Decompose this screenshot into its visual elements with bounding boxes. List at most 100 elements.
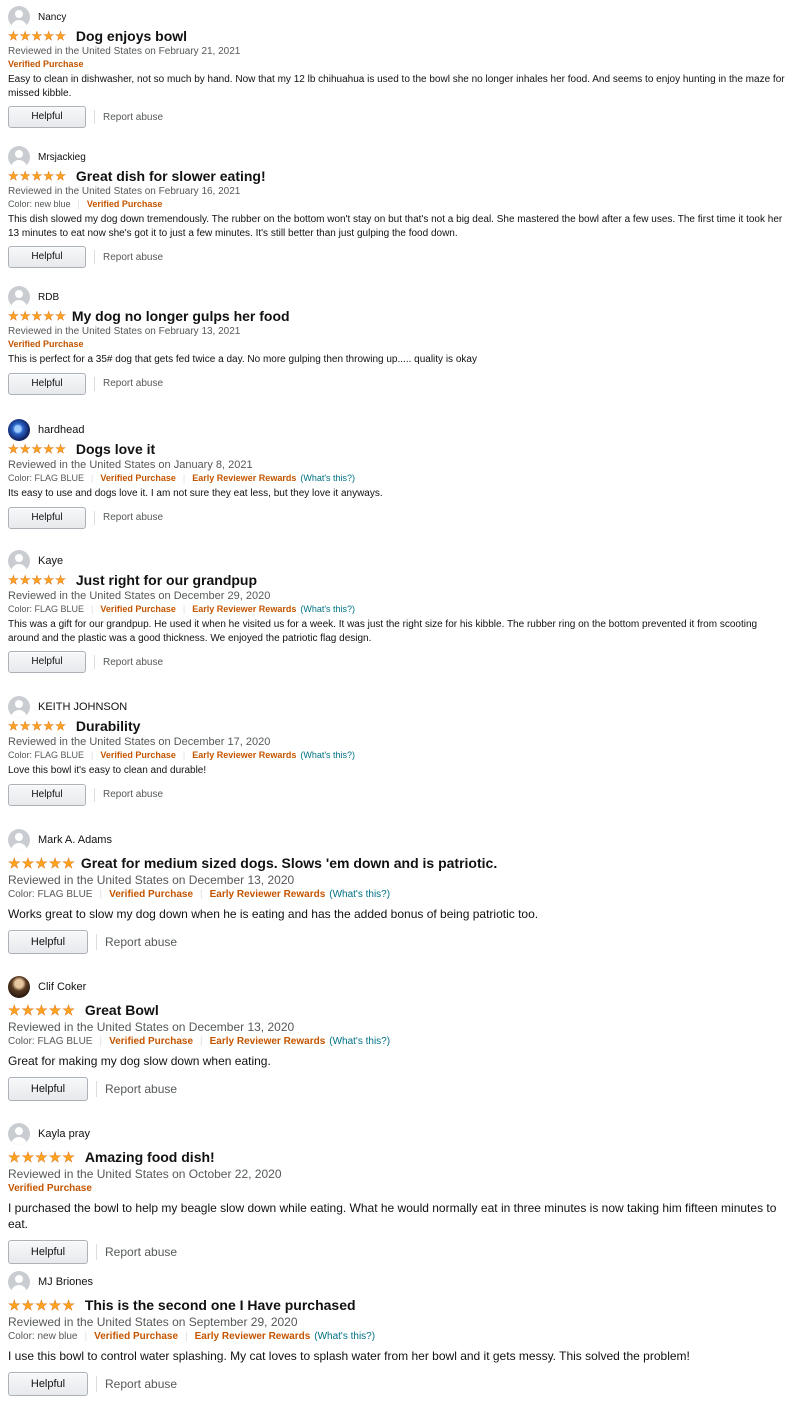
whats-this-link[interactable]: (What's this?) (300, 473, 355, 483)
early-reviewer-badge: Early Reviewer Rewards (192, 750, 297, 760)
review-date: Reviewed in the United States on Februar… (8, 326, 241, 337)
review-date: Reviewed in the United States on Februar… (8, 186, 241, 197)
star-icon: ★ (8, 855, 21, 871)
divider (96, 1244, 97, 1261)
reviewer-profile[interactable]: RDB (8, 286, 790, 308)
star-icon: ★ (19, 309, 31, 323)
helpful-button[interactable]: Helpful (8, 1077, 88, 1102)
reviewer-name: Clif Coker (38, 981, 87, 993)
review-title[interactable]: Amazing food dish! (85, 1149, 215, 1165)
separator: | (91, 750, 94, 760)
helpful-button[interactable]: Helpful (8, 1372, 88, 1397)
star-rating[interactable]: ★ ★ ★ ★ ★ (8, 855, 75, 871)
star-rating[interactable]: ★ ★ ★ ★ ★ (8, 719, 66, 733)
star-icon: ★ (48, 1297, 62, 1313)
star-rating[interactable]: ★ ★ ★ ★ ★ (8, 1297, 75, 1313)
reviewer-profile[interactable]: Clif Coker (8, 976, 790, 998)
star-rating[interactable]: ★ ★ ★ ★ ★ (8, 309, 66, 323)
review-text: I purchased the bowl to help my beagle s… (8, 1201, 777, 1232)
whats-this-link[interactable]: (What's this?) (329, 889, 390, 900)
report-abuse-link[interactable]: Report abuse (103, 657, 163, 668)
star-icon: ★ (31, 309, 43, 323)
star-icon: ★ (48, 855, 62, 871)
helpful-button[interactable]: Helpful (8, 1240, 88, 1265)
reviewer-name: Kaye (38, 555, 64, 567)
helpful-button[interactable]: Helpful (8, 246, 86, 268)
separator: | (84, 1331, 88, 1342)
whats-this-link[interactable]: (What's this?) (300, 750, 355, 760)
helpful-button[interactable]: Helpful (8, 372, 86, 395)
helpful-button[interactable]: Helpful (8, 651, 86, 673)
star-icon: ★ (55, 309, 66, 323)
helpful-button[interactable]: Helpful (8, 106, 86, 128)
review-title[interactable]: This is the second one I Have purchased (85, 1297, 356, 1313)
helpful-button[interactable]: Helpful (8, 506, 86, 529)
report-abuse-link[interactable]: Report abuse (103, 252, 163, 263)
review-title[interactable]: Dog enjoys bowl (76, 28, 187, 44)
divider (94, 110, 95, 124)
report-abuse-link[interactable]: Report abuse (105, 1245, 177, 1259)
review-title[interactable]: Just right for our grandpup (76, 572, 257, 588)
star-icon: ★ (19, 442, 31, 456)
whats-this-link[interactable]: (What's this?) (329, 1036, 390, 1047)
reviewer-name: Mark A. Adams (38, 834, 112, 846)
reviewer-name: Kayla pray (38, 1128, 90, 1140)
review-text: This dish slowed my dog down tremendousl… (8, 214, 783, 239)
reviewer-profile[interactable]: Mark A. Adams (8, 829, 790, 851)
early-reviewer-badge: Early Reviewer Rewards (209, 889, 326, 900)
reviewer-profile[interactable]: Kayla pray (8, 1123, 790, 1145)
report-abuse-link[interactable]: Report abuse (103, 789, 163, 800)
separator: | (182, 750, 186, 760)
reviewer-profile[interactable]: Kaye (8, 550, 790, 572)
whats-this-link[interactable]: (What's this?) (314, 1331, 375, 1342)
review-title[interactable]: Great Bowl (85, 1002, 159, 1018)
star-rating[interactable]: ★ ★ ★ ★ ★ (8, 1149, 75, 1165)
review-title[interactable]: Great for medium sized dogs. Slows 'em d… (81, 855, 497, 871)
report-abuse-link[interactable]: Report abuse (103, 112, 163, 123)
star-icon: ★ (31, 169, 43, 183)
star-rating[interactable]: ★ ★ ★ ★ ★ (8, 29, 66, 43)
divider (94, 510, 95, 525)
helpful-button[interactable]: Helpful (8, 930, 88, 955)
color-variant: Color: new blue (8, 199, 71, 209)
report-abuse-link[interactable]: Report abuse (103, 378, 163, 389)
star-icon: ★ (19, 719, 31, 733)
star-icon: ★ (62, 1002, 75, 1018)
star-rating[interactable]: ★ ★ ★ ★ ★ (8, 573, 66, 587)
review-title[interactable]: Durability (76, 718, 141, 734)
reviewer-name: RDB (38, 291, 60, 303)
color-variant: Color: FLAG BLUE (8, 750, 85, 760)
report-abuse-link[interactable]: Report abuse (105, 935, 177, 949)
reviewer-profile[interactable]: Mrsjackieg (8, 146, 790, 168)
report-abuse-link[interactable]: Report abuse (105, 1377, 177, 1391)
separator: | (77, 199, 80, 209)
avatar-icon (8, 419, 30, 441)
review-text: I use this bowl to control water splashi… (8, 1349, 690, 1363)
separator: | (99, 1036, 103, 1047)
reviewer-profile[interactable]: Nancy (8, 6, 790, 28)
helpful-button[interactable]: Helpful (8, 783, 86, 806)
reviewer-profile[interactable]: hardhead (8, 419, 790, 441)
star-rating[interactable]: ★ ★ ★ ★ ★ (8, 442, 66, 456)
verified-purchase-badge: Verified Purchase (109, 889, 194, 900)
reviewer-profile[interactable]: KEITH JOHNSON (8, 696, 790, 718)
review-title[interactable]: Great dish for slower eating! (76, 168, 266, 184)
reviewer-name: Nancy (38, 11, 67, 23)
review-title[interactable]: Dogs love it (76, 441, 155, 457)
star-rating[interactable]: ★ ★ ★ ★ ★ (8, 1002, 75, 1018)
star-icon: ★ (43, 573, 55, 587)
star-icon: ★ (21, 1149, 35, 1165)
star-rating[interactable]: ★ ★ ★ ★ ★ (8, 169, 66, 183)
star-icon: ★ (62, 855, 75, 871)
star-icon: ★ (55, 29, 66, 43)
verified-purchase-badge: Verified Purchase (8, 59, 84, 69)
review-date: Reviewed in the United States on Decembe… (8, 590, 271, 602)
report-abuse-link[interactable]: Report abuse (105, 1082, 177, 1096)
review-card: KEITH JOHNSON ★ ★ ★ ★ ★ Durability Reviewed … (8, 696, 790, 806)
review-title[interactable]: My dog no longer gulps her food (72, 308, 290, 324)
whats-this-link[interactable]: (What's this?) (300, 604, 355, 614)
star-icon: ★ (48, 1149, 62, 1165)
color-variant: Color: FLAG BLUE (8, 473, 85, 483)
reviewer-profile[interactable]: MJ Briones (8, 1271, 790, 1293)
report-abuse-link[interactable]: Report abuse (103, 512, 163, 523)
